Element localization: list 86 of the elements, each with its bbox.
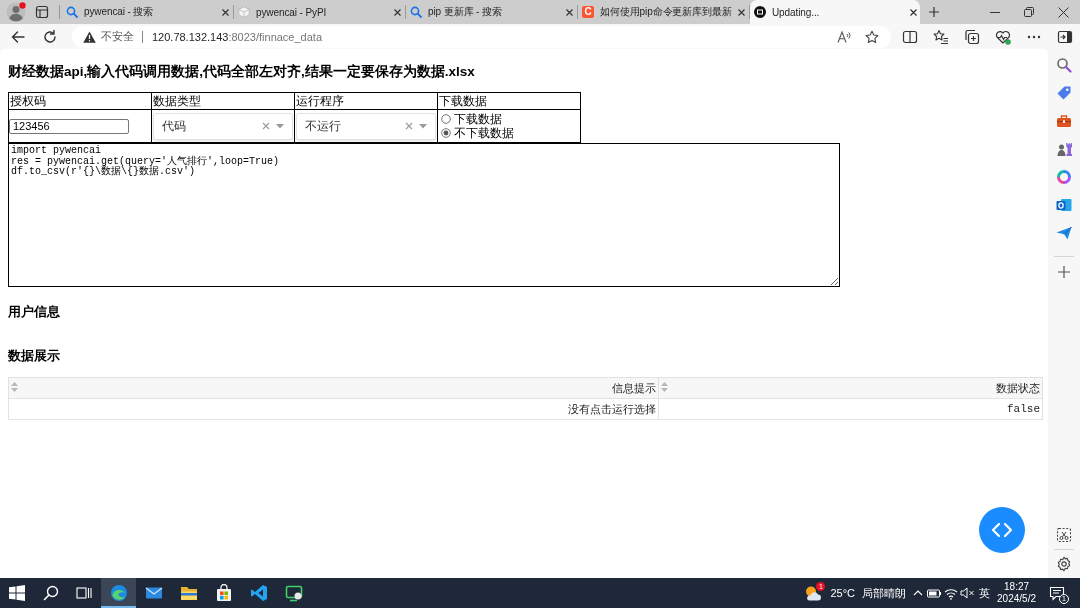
browser-tab[interactable]: pip 更新库 - 搜索 [406,0,576,24]
paper-plane-icon[interactable] [1056,225,1072,241]
read-aloud-icon[interactable] [837,29,851,44]
cube-icon [238,6,250,18]
dropdown[interactable]: 代码 [153,112,293,140]
token-field[interactable]: 123456 [9,118,129,134]
column-header[interactable]: 信息提示 [8,377,659,399]
screenshot-icon[interactable] [1056,527,1072,543]
site-logo: C [582,6,594,18]
clock-date[interactable]: 2024/5/2 [997,593,1036,605]
page-title: 财经数据api,输入代码调用数据,代码全部左对齐,结果一定要保存为数据.xlsx [8,63,476,81]
section-title: 用户信息 [8,304,61,320]
browser-tab[interactable]: pywencai - PyPI [234,0,404,24]
temperature[interactable]: 25°C [830,587,856,599]
dropdown[interactable]: 不运行 [296,112,436,140]
monitor-icon [284,584,303,602]
close-icon[interactable] [909,7,918,17]
tab-actions-icon[interactable] [35,5,49,19]
shopping-bag-icon [214,584,233,602]
radio-icon[interactable] [441,128,451,138]
split-screen-icon[interactable] [901,28,918,45]
restore-icon[interactable] [1024,7,1034,17]
browser-tab[interactable]: Updating... [750,0,920,24]
security-label[interactable]: 不安全 [100,29,134,44]
profile-avatar-icon[interactable] [6,2,26,22]
heart-pulse-icon[interactable] [994,28,1011,45]
radio-option[interactable]: 不下载数据 [441,126,514,140]
close-icon[interactable] [393,7,402,17]
close-icon[interactable] [737,7,746,17]
collections-icon[interactable] [963,28,980,45]
new-tab-icon[interactable] [928,6,940,18]
warning-icon [82,30,96,43]
code-editor[interactable]: import pywencai res = pywencai.get(query='人气排行',loop=True) df.to_csv(r'{}\数据\{}数据.csv') [8,143,840,287]
column-header[interactable]: 数据状态 [658,377,1043,399]
battery-icon[interactable] [927,586,942,600]
clear-icon[interactable] [405,122,413,130]
browser-icon [109,584,128,602]
caret-icon[interactable] [419,123,427,129]
search-icon [410,6,422,18]
favorites-icon[interactable] [932,28,949,45]
radio-icon[interactable] [441,114,451,124]
back-icon[interactable] [10,28,26,45]
search-icon [66,6,78,18]
clear-icon[interactable] [262,122,270,130]
code-icon [991,522,1013,538]
browser-tab[interactable]: pywencai - 搜索 [62,0,232,24]
address-url[interactable]: 120.78.132.143:8023/finnace_data [151,30,323,43]
code-toggle-button[interactable] [979,507,1025,553]
task-view-icon[interactable] [76,585,92,601]
folder-icon [179,584,198,602]
radio-option[interactable]: 下载数据 [441,112,502,126]
search-icon[interactable] [42,585,59,601]
clock-time[interactable]: 18:27 [1004,581,1030,593]
mail-app-icon[interactable] [1056,197,1072,213]
close-icon[interactable] [565,7,574,17]
close-icon[interactable] [221,7,230,17]
tag-icon[interactable] [1056,85,1072,101]
column-header: 授权码 [8,92,152,110]
settings-icon[interactable] [1056,556,1072,572]
address-bar[interactable]: 不安全 120.78.132.143:8023/finnace_data [71,25,891,48]
column-header: 下载数据 [437,92,581,110]
caret-icon[interactable] [276,123,284,129]
sidebar-toggle-icon[interactable] [1056,28,1073,45]
section-title: 数据展示 [8,348,61,364]
speaker-muted-icon[interactable] [959,585,976,601]
table-cell: false [658,398,1043,420]
chevron-up-icon[interactable] [913,588,924,598]
wifi-icon[interactable] [944,586,959,600]
column-header: 运行程序 [294,92,438,110]
add-icon[interactable] [1058,266,1070,278]
table-cell: 没有点击运行选择 [8,398,659,420]
refresh-icon[interactable] [42,28,58,45]
start-menu-icon[interactable] [9,585,25,601]
column-header: 数据类型 [151,92,295,110]
close-icon[interactable] [1057,6,1069,18]
star-icon[interactable] [865,29,879,44]
chess-pieces-icon[interactable] [1056,141,1072,157]
browser-tab[interactable]: C 如何使用pip命令更新库到最新 [578,0,748,24]
input-method[interactable]: 英 [979,585,991,601]
ring-icon[interactable] [1056,169,1072,185]
weather-condition[interactable]: 局部晴朗 [862,585,907,601]
site-logo-icon [754,6,766,18]
code-editor-icon [249,584,268,602]
weather-icon[interactable] [804,585,823,601]
notification-icon[interactable] [1049,585,1065,601]
toolbox-icon[interactable] [1056,113,1072,129]
